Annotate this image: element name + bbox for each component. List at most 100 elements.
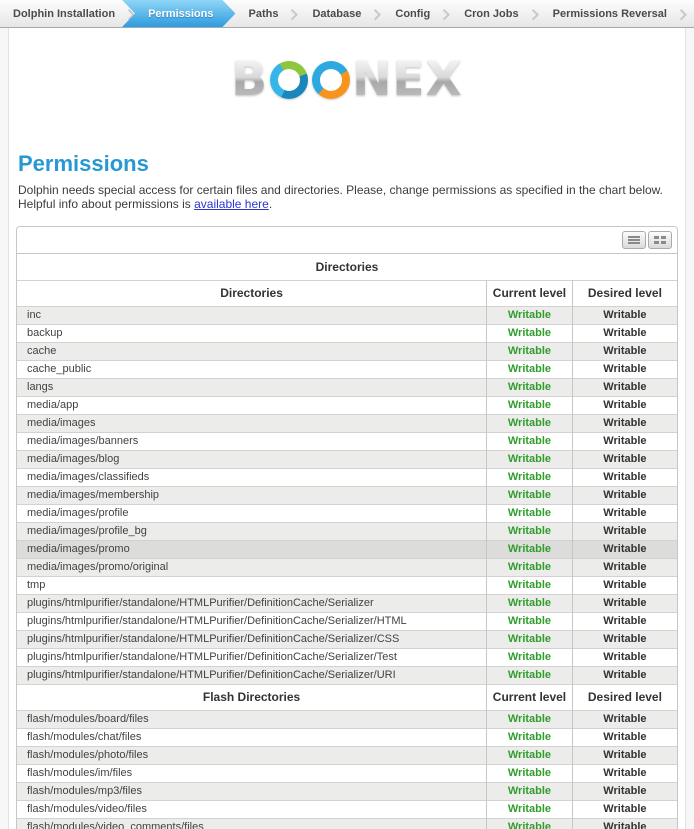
desired-level-value: Writable [572, 396, 677, 414]
nav-step-modules[interactable]: Modules [688, 0, 694, 27]
current-level-value: Writable [487, 782, 573, 800]
current-level-value: Writable [487, 324, 573, 342]
desired-level-value: Writable [572, 594, 677, 612]
directory-path: tmp [17, 576, 487, 594]
desired-level-value: Writable [572, 782, 677, 800]
desired-level-value: Writable [572, 522, 677, 540]
logo-letters-nex: NEX [352, 56, 463, 103]
available-here-link[interactable]: available here [194, 197, 269, 211]
column-header-row: DirectoriesCurrent levelDesired level [17, 280, 677, 306]
nav-step-cron-jobs[interactable]: Cron Jobs [451, 0, 531, 27]
grid-view-button[interactable] [648, 231, 672, 249]
nav-step-paths[interactable]: Paths [235, 0, 291, 27]
view-toggle-toolbar [17, 227, 677, 254]
directory-path: media/images/promo [17, 540, 487, 558]
current-level-value: Writable [487, 504, 573, 522]
description-line1: Dolphin needs special access for certain… [18, 183, 676, 197]
boonex-logo: B NEX [16, 28, 678, 125]
table-row: flash/modules/video/filesWritableWritabl… [17, 800, 677, 818]
directory-path: flash/modules/mp3/files [17, 782, 487, 800]
table-row: media/images/profile_bgWritableWritable [17, 522, 677, 540]
current-level-value: Writable [487, 450, 573, 468]
table-row: media/images/promo/originalWritableWrita… [17, 558, 677, 576]
column-header: Desired level [572, 684, 677, 710]
directory-path: plugins/htmlpurifier/standalone/HTMLPuri… [17, 630, 487, 648]
column-header: Current level [487, 280, 573, 306]
desired-level-value: Writable [572, 818, 677, 829]
table-row: flash/modules/im/filesWritableWritable [17, 764, 677, 782]
nav-step-database[interactable]: Database [299, 0, 374, 27]
current-level-value: Writable [487, 540, 573, 558]
desired-level-value: Writable [572, 468, 677, 486]
current-level-value: Writable [487, 728, 573, 746]
table-row: backupWritableWritable [17, 324, 677, 342]
desired-level-value: Writable [572, 378, 677, 396]
table-row: plugins/htmlpurifier/standalone/HTMLPuri… [17, 612, 677, 630]
section-header-row: Directories [17, 254, 677, 280]
directory-path: langs [17, 378, 487, 396]
directory-path: plugins/htmlpurifier/standalone/HTMLPuri… [17, 648, 487, 666]
permissions-table: DirectoriesDirectoriesCurrent levelDesir… [17, 254, 677, 829]
current-level-value: Writable [487, 468, 573, 486]
nav-step-dolphin-installation[interactable]: Dolphin Installation [0, 0, 128, 27]
directory-path: media/images/blog [17, 450, 487, 468]
directory-path: cache_public [17, 360, 487, 378]
table-row: flash/modules/chat/filesWritableWritable [17, 728, 677, 746]
desired-level-value: Writable [572, 558, 677, 576]
directory-path: plugins/htmlpurifier/standalone/HTMLPuri… [17, 612, 487, 630]
desired-level-value: Writable [572, 450, 677, 468]
directory-path: backup [17, 324, 487, 342]
table-row: media/images/profileWritableWritable [17, 504, 677, 522]
table-row: media/images/bannersWritableWritable [17, 432, 677, 450]
directory-path: media/images/profile [17, 504, 487, 522]
current-level-value: Writable [487, 630, 573, 648]
desired-level-value: Writable [572, 648, 677, 666]
directory-path: media/images/profile_bg [17, 522, 487, 540]
current-level-value: Writable [487, 378, 573, 396]
desired-level-value: Writable [572, 630, 677, 648]
desired-level-value: Writable [572, 746, 677, 764]
list-view-button[interactable] [622, 231, 646, 249]
column-header-row: Flash DirectoriesCurrent levelDesired le… [17, 684, 677, 710]
current-level-value: Writable [487, 396, 573, 414]
nav-step-config[interactable]: Config [382, 0, 443, 27]
table-row: plugins/htmlpurifier/standalone/HTMLPuri… [17, 648, 677, 666]
desired-level-value: Writable [572, 728, 677, 746]
column-header: Directories [17, 280, 487, 306]
table-row: langsWritableWritable [17, 378, 677, 396]
current-level-value: Writable [487, 764, 573, 782]
current-level-value: Writable [487, 746, 573, 764]
directory-path: flash/modules/video/files [17, 800, 487, 818]
nav-step-permissions-reversal[interactable]: Permissions Reversal [540, 0, 680, 27]
directory-path: media/images/membership [17, 486, 487, 504]
directory-path: flash/modules/photo/files [17, 746, 487, 764]
current-level-value: Writable [487, 486, 573, 504]
nav-step-permissions[interactable]: Permissions [122, 0, 235, 27]
directory-path: cache [17, 342, 487, 360]
current-level-value: Writable [487, 414, 573, 432]
list-view-icon [628, 236, 640, 238]
current-level-value: Writable [487, 342, 573, 360]
directory-path: flash/modules/board/files [17, 710, 487, 728]
table-row: tmpWritableWritable [17, 576, 677, 594]
table-row: flash/modules/mp3/filesWritableWritable [17, 782, 677, 800]
desired-level-value: Writable [572, 612, 677, 630]
table-row: incWritableWritable [17, 306, 677, 324]
current-level-value: Writable [487, 558, 573, 576]
table-row: flash/modules/board/filesWritableWritabl… [17, 710, 677, 728]
directory-path: inc [17, 306, 487, 324]
content-container: B NEX Permissions Dolphin needs special … [8, 28, 686, 829]
current-level-value: Writable [487, 666, 573, 684]
table-row: media/images/promoWritableWritable [17, 540, 677, 558]
directory-path: media/images/banners [17, 432, 487, 450]
desired-level-value: Writable [572, 764, 677, 782]
column-header: Current level [487, 684, 573, 710]
desired-level-value: Writable [572, 710, 677, 728]
directory-path: plugins/htmlpurifier/standalone/HTMLPuri… [17, 666, 487, 684]
directory-path: media/images/classifieds [17, 468, 487, 486]
table-row: plugins/htmlpurifier/standalone/HTMLPuri… [17, 630, 677, 648]
desired-level-value: Writable [572, 360, 677, 378]
page-title: Permissions [16, 125, 678, 183]
desired-level-value: Writable [572, 800, 677, 818]
table-row: cache_publicWritableWritable [17, 360, 677, 378]
